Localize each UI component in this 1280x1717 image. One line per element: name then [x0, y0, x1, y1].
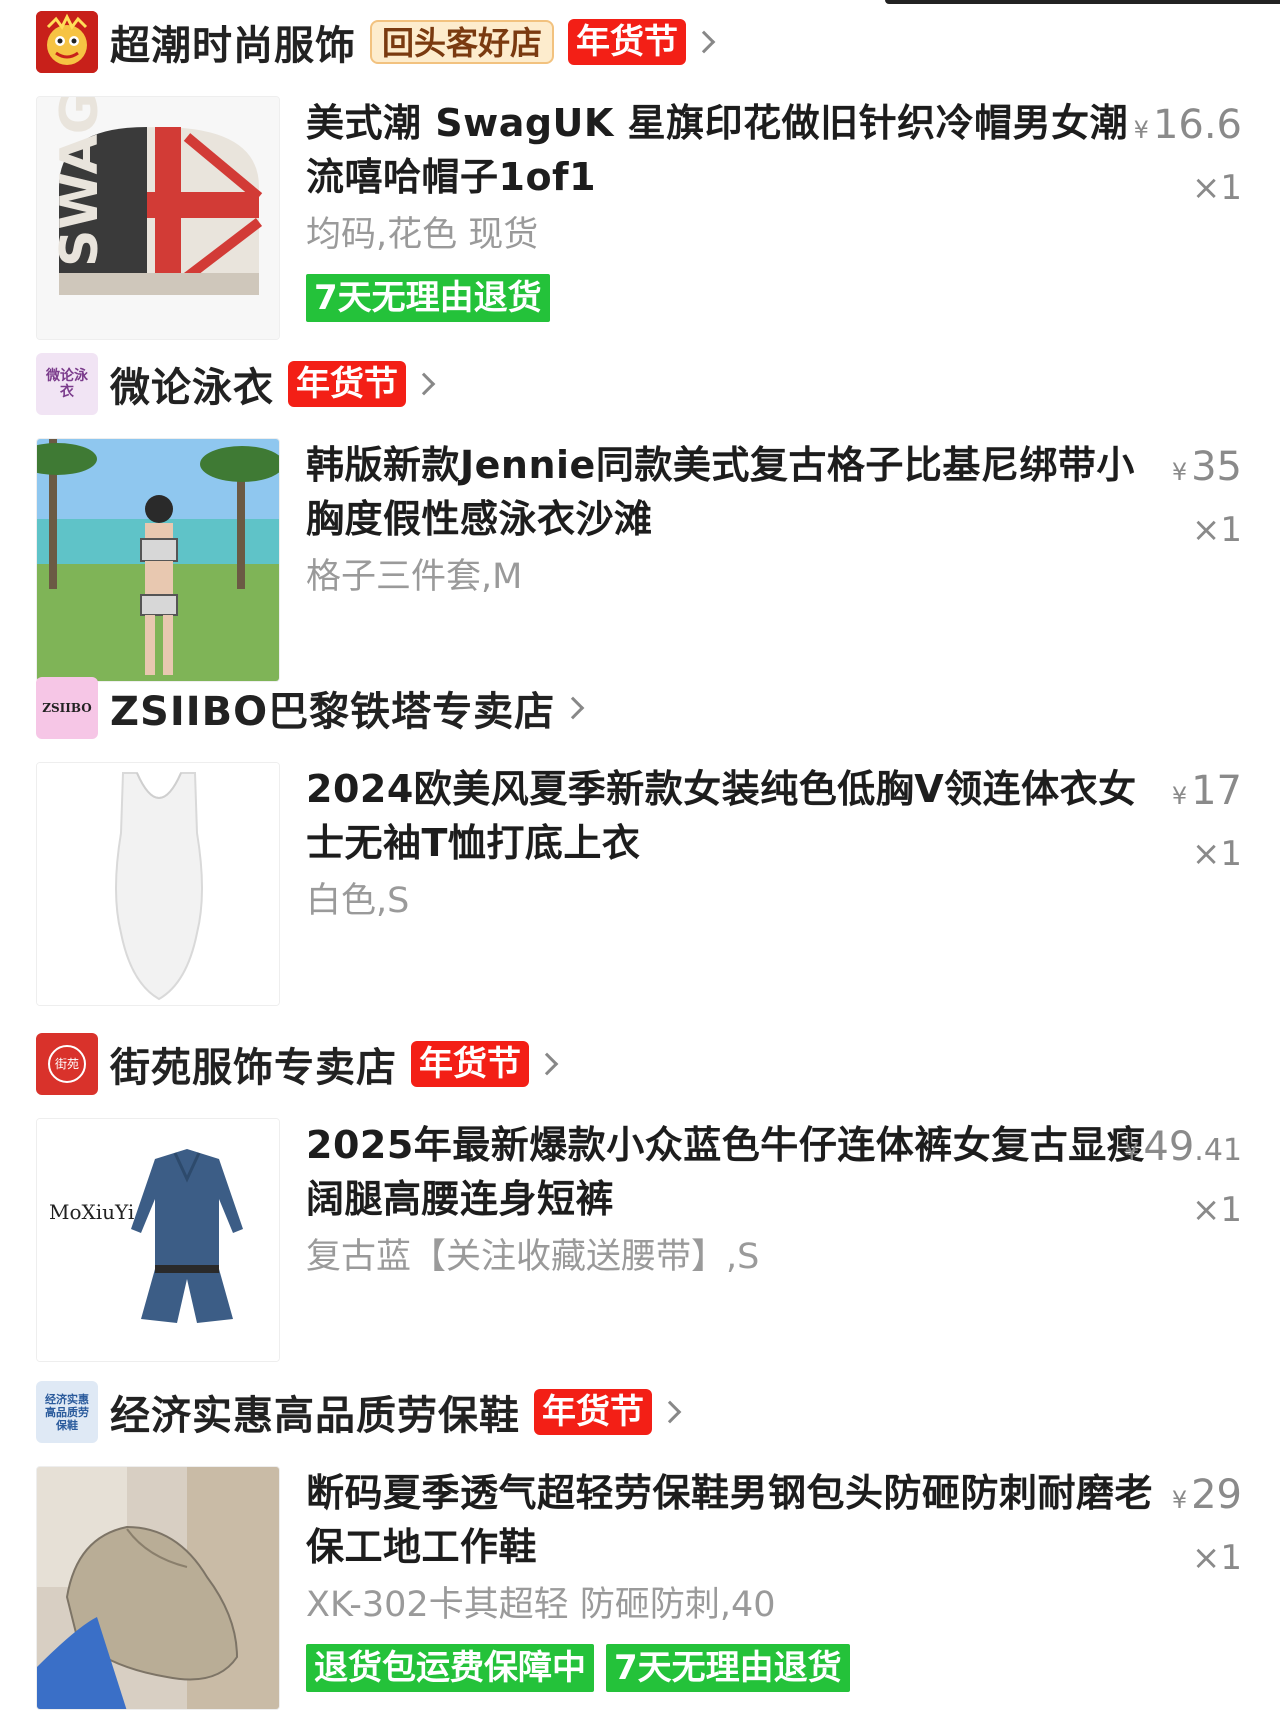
swimsuit-beach-image	[37, 439, 279, 681]
svg-text:MoXiuYi: MoXiuYi	[49, 1200, 134, 1224]
order-item[interactable]: 2024欧美风夏季新款女装纯色低胸V领连体衣女士无袖T恤打底上衣 白色,S ¥1…	[36, 762, 1244, 1006]
festival-badge: 年货节	[534, 1389, 652, 1435]
shop-header[interactable]: 微论泳衣 微论泳衣 年货节	[36, 352, 436, 416]
product-thumbnail[interactable]: SWAG	[36, 96, 280, 340]
shop-header[interactable]: 超潮时尚服饰 回头客好店 年货节	[36, 10, 716, 74]
safety-shoe-image	[37, 1467, 279, 1709]
order-item[interactable]: MoXiuYi 2025年最新爆款小众蓝色牛仔连体裤女复古显瘦阔腿高腰连身短裤 …	[36, 1118, 1244, 1362]
shop-header[interactable]: 经济实惠高品质劳保鞋 经济实惠高品质劳保鞋 年货节	[36, 1380, 682, 1444]
product-title[interactable]: 2025年最新爆款小众蓝色牛仔连体裤女复古显瘦阔腿高腰连身短裤	[306, 1118, 1156, 1226]
product-spec: 复古蓝【关注收藏送腰带】,S	[306, 1237, 760, 1277]
chevron-right-icon[interactable]	[535, 1052, 559, 1076]
product-thumbnail[interactable]	[36, 1466, 280, 1710]
product-title[interactable]: 韩版新款Jennie同款美式复古格子比基尼绑带小胸度假性感泳衣沙滩	[306, 438, 1156, 546]
product-title[interactable]: 断码夏季透气超轻劳保鞋男钢包头防砸防刺耐磨老保工地工作鞋	[306, 1466, 1156, 1574]
return-policy-tag: 7天无理由退货	[306, 274, 550, 322]
shop-logo: ZSIIBO	[36, 677, 98, 739]
shop-name[interactable]: 微论泳衣	[110, 355, 274, 413]
product-spec: 格子三件套,M	[306, 557, 523, 597]
beanie-image: SWAG	[37, 97, 279, 339]
svg-text:SWAG: SWAG	[50, 97, 110, 267]
product-title[interactable]: 美式潮 SwagUK 星旗印花做旧针织冷帽男女潮流嘻哈帽子1of1	[306, 96, 1156, 204]
product-thumbnail[interactable]: MoXiuYi	[36, 1118, 280, 1362]
service-tags: 7天无理由退货	[306, 274, 550, 322]
chevron-right-icon[interactable]	[692, 30, 716, 54]
shop-name[interactable]: ZSIIBO巴黎铁塔专卖店	[110, 679, 555, 737]
chevron-right-icon[interactable]	[412, 372, 436, 396]
return-policy-tag: 7天无理由退货	[606, 1644, 850, 1692]
shop-name[interactable]: 经济实惠高品质劳保鞋	[110, 1383, 520, 1441]
festival-badge: 年货节	[288, 361, 406, 407]
product-thumbnail[interactable]	[36, 438, 280, 682]
lion-dance-icon	[36, 11, 98, 73]
product-price: ¥16.6	[1133, 102, 1242, 148]
order-item[interactable]: 韩版新款Jennie同款美式复古格子比基尼绑带小胸度假性感泳衣沙滩 格子三件套,…	[36, 438, 1244, 682]
shop-header[interactable]: ZSIIBO ZSIIBO巴黎铁塔专卖店	[36, 676, 585, 740]
bodysuit-image	[37, 763, 279, 1005]
product-price: ¥29	[1171, 1472, 1242, 1518]
product-title[interactable]: 2024欧美风夏季新款女装纯色低胸V领连体衣女士无袖T恤打底上衣	[306, 762, 1156, 870]
product-qty: ×1	[1191, 510, 1242, 550]
product-price: ¥49.41	[1124, 1124, 1242, 1170]
order-item[interactable]: SWAG 美式潮 SwagUK 星旗印花做旧针织冷帽男女潮流嘻哈帽子1of1 均…	[36, 96, 1244, 340]
shop-header[interactable]: 街苑 街苑服饰专卖店 年货节	[36, 1032, 559, 1096]
status-bar-edge	[885, 0, 1280, 4]
repeat-customer-badge: 回头客好店	[370, 20, 555, 64]
service-tags: 退货包运费保障中 7天无理由退货	[306, 1644, 850, 1692]
product-price: ¥35	[1171, 444, 1242, 490]
product-spec: 白色,S	[306, 881, 410, 921]
product-spec: 均码,花色 现货	[306, 215, 539, 255]
product-qty: ×1	[1191, 1190, 1242, 1230]
product-qty: ×1	[1191, 168, 1242, 208]
product-thumbnail[interactable]	[36, 762, 280, 1006]
product-qty: ×1	[1191, 1538, 1242, 1578]
festival-badge: 年货节	[568, 19, 687, 65]
shop-logo	[36, 11, 98, 73]
shop-name[interactable]: 街苑服饰专卖店	[110, 1035, 397, 1093]
shop-name[interactable]: 超潮时尚服饰	[110, 13, 356, 71]
shop-logo: 微论泳衣	[36, 353, 98, 415]
product-spec: XK-302卡其超轻 防砸防刺,40	[306, 1585, 776, 1625]
chevron-right-icon[interactable]	[561, 696, 585, 720]
chevron-right-icon[interactable]	[658, 1400, 682, 1424]
shop-logo: 街苑	[36, 1033, 98, 1095]
product-price: ¥17	[1171, 768, 1242, 814]
denim-jumpsuit-image: MoXiuYi	[37, 1119, 279, 1361]
freight-insurance-tag: 退货包运费保障中	[306, 1644, 594, 1692]
shop-logo: 经济实惠高品质劳保鞋	[36, 1381, 98, 1443]
festival-badge: 年货节	[411, 1041, 529, 1087]
order-item[interactable]: 断码夏季透气超轻劳保鞋男钢包头防砸防刺耐磨老保工地工作鞋 XK-302卡其超轻 …	[36, 1466, 1244, 1710]
product-qty: ×1	[1191, 834, 1242, 874]
